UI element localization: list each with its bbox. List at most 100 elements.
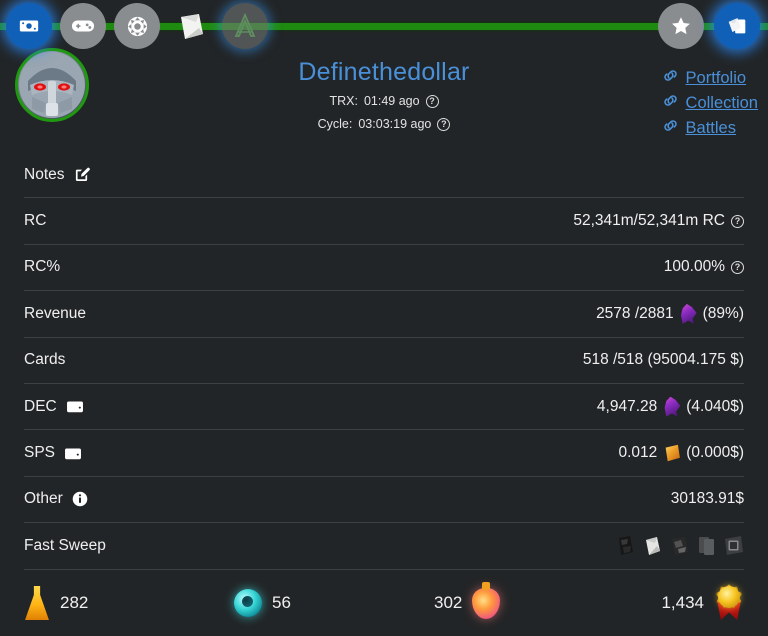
- row-value-revenue: 2578 /2881: [596, 304, 674, 322]
- table-row-sps: SPS 0.012 (0.000$): [24, 430, 744, 477]
- stat-alchemy-potion-value: 302: [434, 593, 463, 613]
- table-row-cards: Cards 518 /518 (95004.175 $): [24, 338, 744, 384]
- row-label-group: RC%: [24, 258, 60, 276]
- link-portfolio-label: Portfolio: [685, 68, 747, 87]
- edit-pencil-icon[interactable]: [74, 166, 91, 183]
- nav-money-button[interactable]: [6, 3, 52, 49]
- stat-alchemy-potion[interactable]: 302: [434, 581, 614, 619]
- row-label-rc-percent: RC%: [24, 258, 61, 276]
- quick-links: Portfolio Collection Battles: [662, 68, 758, 138]
- stat-legendary-potion-value: 282: [60, 593, 89, 613]
- row-label-group: RC: [24, 212, 46, 230]
- row-label-group: Other: [24, 490, 88, 508]
- nav-cards-button[interactable]: [714, 3, 760, 49]
- row-label-notes: Notes: [24, 165, 65, 183]
- pack-plain-card-icon[interactable]: [696, 534, 717, 557]
- table-row-fast-sweep: Fast Sweep: [24, 523, 744, 570]
- gold-potion-icon: [25, 586, 49, 621]
- row-value-group: 0.012 (0.000$): [618, 444, 744, 462]
- row-label-dec: DEC: [24, 397, 57, 415]
- table-row-other: Other 30183.91$: [24, 477, 744, 524]
- gear-icon: [126, 15, 149, 38]
- cycle-time-row: Cycle: 03:03:19 ago ?: [0, 115, 768, 133]
- stat-rank-medal[interactable]: 1,434: [614, 584, 744, 621]
- account-title-block: Definethedollar TRX: 01:49 ago ? Cycle: …: [0, 52, 768, 133]
- link-battles[interactable]: Battles: [662, 118, 736, 138]
- star-icon: [670, 15, 692, 37]
- stats-table: Notes RC 52,341m/52,341m RC ? RC% 100.00…: [0, 152, 768, 570]
- info-icon[interactable]: [72, 491, 88, 507]
- help-icon[interactable]: ?: [437, 117, 451, 131]
- dec-token-icon: [664, 396, 681, 417]
- help-icon[interactable]: ?: [731, 214, 744, 228]
- row-label-sps: SPS: [24, 444, 56, 462]
- row-suffix-dec: (4.040$): [686, 397, 744, 415]
- wallet-icon[interactable]: [64, 446, 82, 461]
- row-value-sps: 0.012: [618, 444, 658, 462]
- row-label-group: DEC: [24, 398, 84, 416]
- row-value-group: 100.00% ?: [664, 258, 744, 276]
- row-value-rc-percent: 100.00%: [663, 258, 725, 276]
- link-icon: [662, 118, 679, 138]
- table-row-notes[interactable]: Notes: [24, 152, 744, 199]
- row-value-cards: 518 /518 (95004.175 $): [582, 351, 744, 369]
- dec-token-icon: [681, 303, 697, 324]
- link-icon: [662, 68, 679, 88]
- row-suffix-sps: (0.000$): [686, 444, 744, 462]
- row-suffix-revenue: (89%): [702, 304, 744, 322]
- row-value-group: 30183.91$: [671, 490, 744, 508]
- table-row-revenue: Revenue 2578 /2881 (89%): [24, 291, 744, 338]
- trx-value: 01:49 ago: [363, 94, 420, 108]
- row-label-group: Fast Sweep: [24, 537, 106, 555]
- top-navigation-bar: [0, 0, 768, 52]
- row-label-fast-sweep: Fast Sweep: [24, 536, 106, 554]
- row-value-group: 4,947.28 (4.040$): [597, 396, 744, 417]
- row-value-other: 30183.91$: [670, 490, 744, 508]
- stat-rank-medal-value: 1,434: [661, 593, 704, 613]
- row-label-group: Notes: [24, 166, 91, 184]
- cycle-label: Cycle:: [317, 117, 353, 132]
- row-value-group: 518 /518 (95004.175 $): [583, 351, 744, 369]
- cards-icon: [725, 15, 749, 37]
- wallet-icon[interactable]: [66, 399, 84, 414]
- row-value-group: 52,341m/52,341m RC ?: [573, 212, 744, 230]
- link-collection[interactable]: Collection: [662, 93, 758, 113]
- link-icon: [662, 93, 679, 113]
- account-header: Definethedollar TRX: 01:49 ago ? Cycle: …: [0, 48, 768, 152]
- link-collection-label: Collection: [685, 93, 758, 112]
- help-icon[interactable]: ?: [425, 94, 439, 108]
- pack-chaos-legion-icon[interactable]: [615, 534, 636, 557]
- link-portfolio[interactable]: Portfolio: [662, 68, 747, 88]
- row-label-revenue: Revenue: [24, 304, 87, 322]
- teal-orb-icon: [234, 589, 262, 618]
- cycle-value: 03:03:19 ago: [358, 117, 432, 132]
- help-icon[interactable]: ?: [731, 260, 744, 274]
- row-label-group: SPS: [24, 444, 82, 462]
- table-row-rc-percent: RC% 100.00% ?: [24, 245, 744, 292]
- avatar[interactable]: [15, 48, 89, 122]
- pack-icon: [174, 9, 208, 43]
- trx-label: TRX:: [329, 94, 358, 108]
- table-row-rc: RC 52,341m/52,341m RC ?: [24, 198, 744, 245]
- row-label-cards: Cards: [24, 351, 66, 369]
- row-label-other: Other: [24, 490, 63, 508]
- nav-favorites-button[interactable]: [658, 3, 704, 49]
- nav-gamepad-button[interactable]: [60, 3, 106, 49]
- table-row-dec: DEC 4,947.28 (4.040$): [24, 384, 744, 431]
- stat-energy-orb[interactable]: 56: [234, 589, 434, 618]
- nav-pack-button[interactable]: [168, 3, 214, 49]
- stat-legendary-potion[interactable]: 282: [24, 586, 234, 621]
- nav-anvil-logo-button[interactable]: [222, 3, 268, 49]
- gamepad-icon: [71, 16, 95, 36]
- medal-disc: [718, 586, 740, 609]
- pack-rift-watchers-icon[interactable]: [669, 534, 690, 557]
- anvil-logo-icon: [230, 11, 260, 41]
- bottom-stats-bar: 282 56 302 1,434: [24, 570, 744, 636]
- nav-right-group: [658, 3, 760, 49]
- nav-gear-button[interactable]: [114, 3, 160, 49]
- pink-potion-icon: [472, 581, 501, 619]
- link-battles-label: Battles: [685, 118, 736, 137]
- row-value-rc: 52,341m/52,341m RC: [573, 212, 725, 230]
- pack-white-envelope-icon[interactable]: [642, 534, 663, 557]
- pack-framed-card-icon[interactable]: [723, 534, 744, 557]
